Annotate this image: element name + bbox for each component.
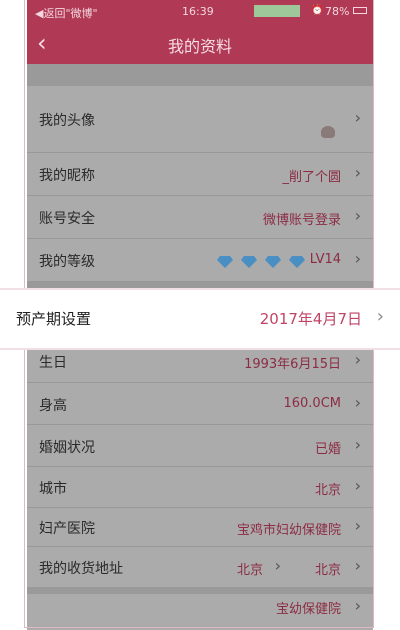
row-avatar[interactable]: 我的头像 › (27, 86, 373, 153)
diamond-icon (216, 255, 233, 268)
chevron-right-icon: › (354, 393, 361, 412)
row-value: 微博账号登录 (262, 213, 341, 228)
chevron-right-icon: › (354, 556, 361, 575)
status-time: 16:39 (182, 5, 214, 18)
row-label: 我的收货地址 (39, 561, 123, 577)
back-to-app[interactable]: ◀返回"微博" (35, 5, 98, 21)
row-nickname[interactable]: 我的昵称 _削了个圆 › (27, 153, 373, 196)
status-bar: ◀返回"微博" 16:39 ⏰ 78% (27, 0, 373, 22)
row-value: 北京 (236, 563, 263, 578)
row-level[interactable]: 我的等级 LV14 › (27, 239, 373, 282)
chevron-right-icon: › (354, 108, 361, 127)
row-label: 身高 (39, 398, 67, 414)
row-value: _削了个圆 (282, 170, 341, 185)
page-title: 我的资料 (167, 37, 232, 56)
row-account-security[interactable]: 账号安全 微博账号登录 › (27, 196, 373, 239)
chevron-right-icon: › (354, 516, 361, 535)
row-city[interactable]: 城市 北京 › (27, 467, 373, 508)
row-marital-status[interactable]: 婚姻状况 已婚 › (27, 425, 373, 467)
row-due-date-highlight[interactable]: 预产期设置 2017年4月7日 › (0, 290, 400, 348)
section-gap (27, 64, 373, 86)
battery-percent: 78% (325, 5, 350, 18)
row-value: 宝鸡市妇幼保健院 (236, 523, 341, 538)
chevron-right-icon: › (354, 476, 361, 495)
row-label: 预产期设置 (16, 310, 92, 328)
row-label: 我的等级 (39, 254, 95, 270)
row-label: 婚姻状况 (39, 440, 95, 456)
signal-indicator (254, 5, 300, 17)
row-shipping-address[interactable]: 我的收货地址 北京 › 北京 › (27, 547, 373, 588)
row-height[interactable]: 身高 160.0CM › (27, 383, 373, 425)
nav-bar: ‹ 我的资料 (27, 22, 373, 64)
chevron-right-icon: › (354, 596, 361, 615)
row-value-secondary: 北京 (314, 563, 341, 578)
chevron-right-icon: › (354, 163, 361, 182)
chevron-right-icon: › (354, 350, 361, 369)
row-value: 已婚 (314, 442, 341, 457)
alarm-icon: ⏰ (311, 5, 324, 16)
avatar (321, 126, 335, 138)
row-label: 城市 (39, 481, 67, 497)
row-value: 1993年6月15日 (244, 357, 341, 372)
chevron-right-icon: › (354, 249, 361, 268)
chevron-right-icon: › (354, 206, 361, 225)
row-hospital-secondary[interactable]: 宝幼保健院 › (27, 594, 373, 630)
diamond-icon (289, 255, 305, 268)
level-badges (214, 251, 305, 270)
chevron-right-icon: › (274, 556, 281, 575)
row-label: 生日 (39, 355, 67, 371)
row-hospital[interactable]: 妇产医院 宝鸡市妇幼保健院 › (27, 508, 373, 547)
row-label: 妇产医院 (39, 521, 95, 537)
row-label: 我的昵称 (39, 168, 95, 184)
diamond-icon (240, 255, 257, 268)
row-value: 宝幼保健院 (275, 602, 341, 617)
row-value: 北京 (314, 483, 341, 498)
battery-icon (353, 7, 367, 14)
row-label: 我的头像 (39, 113, 95, 129)
chevron-right-icon: › (354, 435, 361, 454)
row-label: 账号安全 (39, 211, 95, 227)
row-value: 2017年4月7日 (259, 310, 362, 328)
row-value: LV14 (309, 252, 341, 267)
diamond-icon (264, 255, 281, 268)
row-value: 160.0CM (283, 396, 341, 411)
chevron-right-icon: › (376, 306, 384, 327)
